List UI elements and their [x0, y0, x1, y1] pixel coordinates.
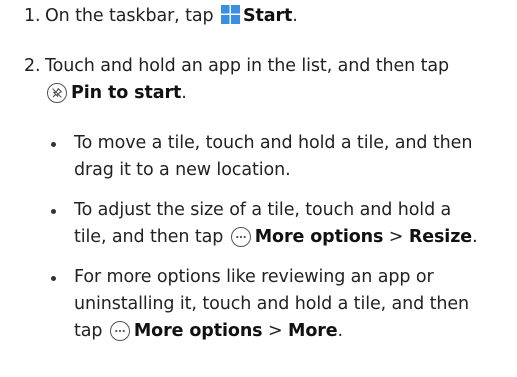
- bullet-marker: [51, 276, 56, 281]
- step-2-line-2: Pin to start.: [45, 81, 187, 105]
- more-options-icon: [109, 321, 130, 341]
- more-label: More: [288, 321, 338, 341]
- more-options-label: More options: [254, 227, 384, 247]
- more-options-icon: [230, 227, 251, 247]
- step-number-1: 1.: [24, 6, 41, 26]
- bullet-marker: [51, 142, 56, 147]
- bullet-2-line-1: To adjust the size of a tile, touch and …: [74, 200, 452, 220]
- step-number-2: 2.: [24, 56, 41, 76]
- step-1-text: On the taskbar, tap Start.: [45, 4, 298, 28]
- bullet-marker: [51, 209, 56, 214]
- step-1-prefix: On the taskbar, tap: [45, 6, 219, 26]
- bullet-1-line-2: drag it to a new location.: [74, 160, 291, 180]
- bullet-3-line-3-prefix: tap: [74, 321, 108, 341]
- step-2-suffix: .: [181, 83, 187, 103]
- start-label: Start: [242, 6, 293, 26]
- step-1-suffix: .: [292, 6, 298, 26]
- bullet-3-line-3: tap More options > More.: [74, 319, 343, 343]
- bullet-3-suffix: .: [337, 321, 344, 341]
- more-options-label: More options: [133, 321, 263, 341]
- bullet-2-line-2: tile, and then tap More options > Resize…: [74, 225, 478, 249]
- bullet-2-line-2-prefix: tile, and then tap: [74, 227, 229, 247]
- step-2-line-1: Touch and hold an app in the list, and t…: [45, 56, 449, 76]
- separator: >: [383, 227, 409, 247]
- bullet-2-suffix: .: [472, 227, 478, 247]
- separator: >: [262, 321, 288, 341]
- bullet-3-line-1: For more options like reviewing an app o…: [74, 267, 434, 287]
- bullet-1-line-1: To move a tile, touch and hold a tile, a…: [74, 133, 473, 153]
- windows-start-icon: [220, 5, 240, 24]
- pin-icon: [47, 83, 67, 103]
- resize-label: Resize: [408, 227, 473, 247]
- pin-to-start-label: Pin to start: [71, 83, 182, 103]
- bullet-3-line-2: uninstalling it, touch and hold a tile, …: [74, 294, 470, 314]
